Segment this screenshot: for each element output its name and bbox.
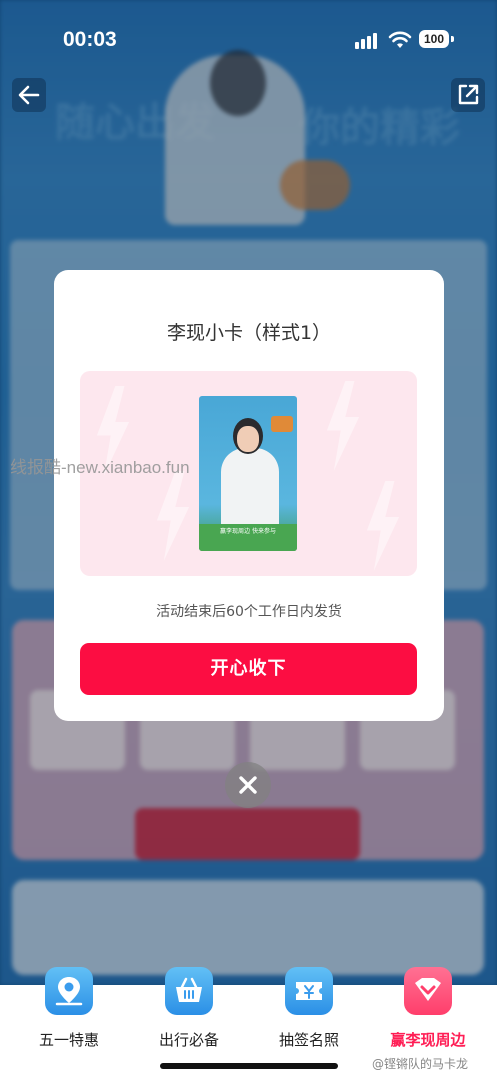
home-indicator[interactable] — [160, 1063, 338, 1069]
basket-icon — [165, 967, 213, 1015]
tab-label: 五一特惠 — [38, 1031, 99, 1049]
battery-tip — [451, 36, 454, 42]
photo-card-image: 赢李现周边 快来参与 — [199, 396, 297, 551]
close-modal-button[interactable] — [225, 762, 271, 808]
card-person-face — [237, 426, 259, 452]
back-button[interactable] — [12, 78, 46, 112]
signal-icon — [355, 32, 381, 49]
external-link-icon — [458, 84, 479, 105]
wifi-icon — [388, 31, 412, 48]
weibo-watermark: @铿锵队的马卡龙 — [372, 1057, 469, 1071]
back-arrow-icon — [18, 85, 40, 105]
battery-indicator: 100 — [419, 30, 449, 48]
tab-label: 抽签名照 — [278, 1031, 339, 1049]
accept-button[interactable]: 开心收下 — [80, 643, 417, 695]
shipping-note: 活动结束后60个工作日内发货 — [156, 604, 342, 620]
share-button[interactable] — [451, 78, 485, 112]
card-caption: 赢李现周边 快来参与 — [220, 528, 276, 535]
bolt-decoration — [156, 471, 190, 561]
status-time: 00:03 — [63, 28, 117, 51]
card-sticker — [271, 416, 293, 432]
watermark-text: 线报酷-new.xianbao.fun — [10, 458, 190, 477]
bolt-decoration — [366, 481, 400, 571]
tab-may-day-deals[interactable]: 五一特惠 — [7, 967, 131, 1080]
close-icon — [239, 776, 257, 794]
tab-label: 出行必备 — [158, 1031, 219, 1049]
heart-icon — [404, 967, 452, 1015]
prize-modal: 李现小卡（样式1） 赢李现周边 快来参与 活动结束后60个工作日内发货 开心收下 — [54, 270, 444, 721]
map-pin-icon — [45, 967, 93, 1015]
ticket-icon — [285, 967, 333, 1015]
bolt-decoration — [326, 381, 360, 471]
tab-label: 赢李现周边 — [390, 1031, 466, 1049]
modal-title: 李现小卡（样式1） — [166, 322, 332, 344]
